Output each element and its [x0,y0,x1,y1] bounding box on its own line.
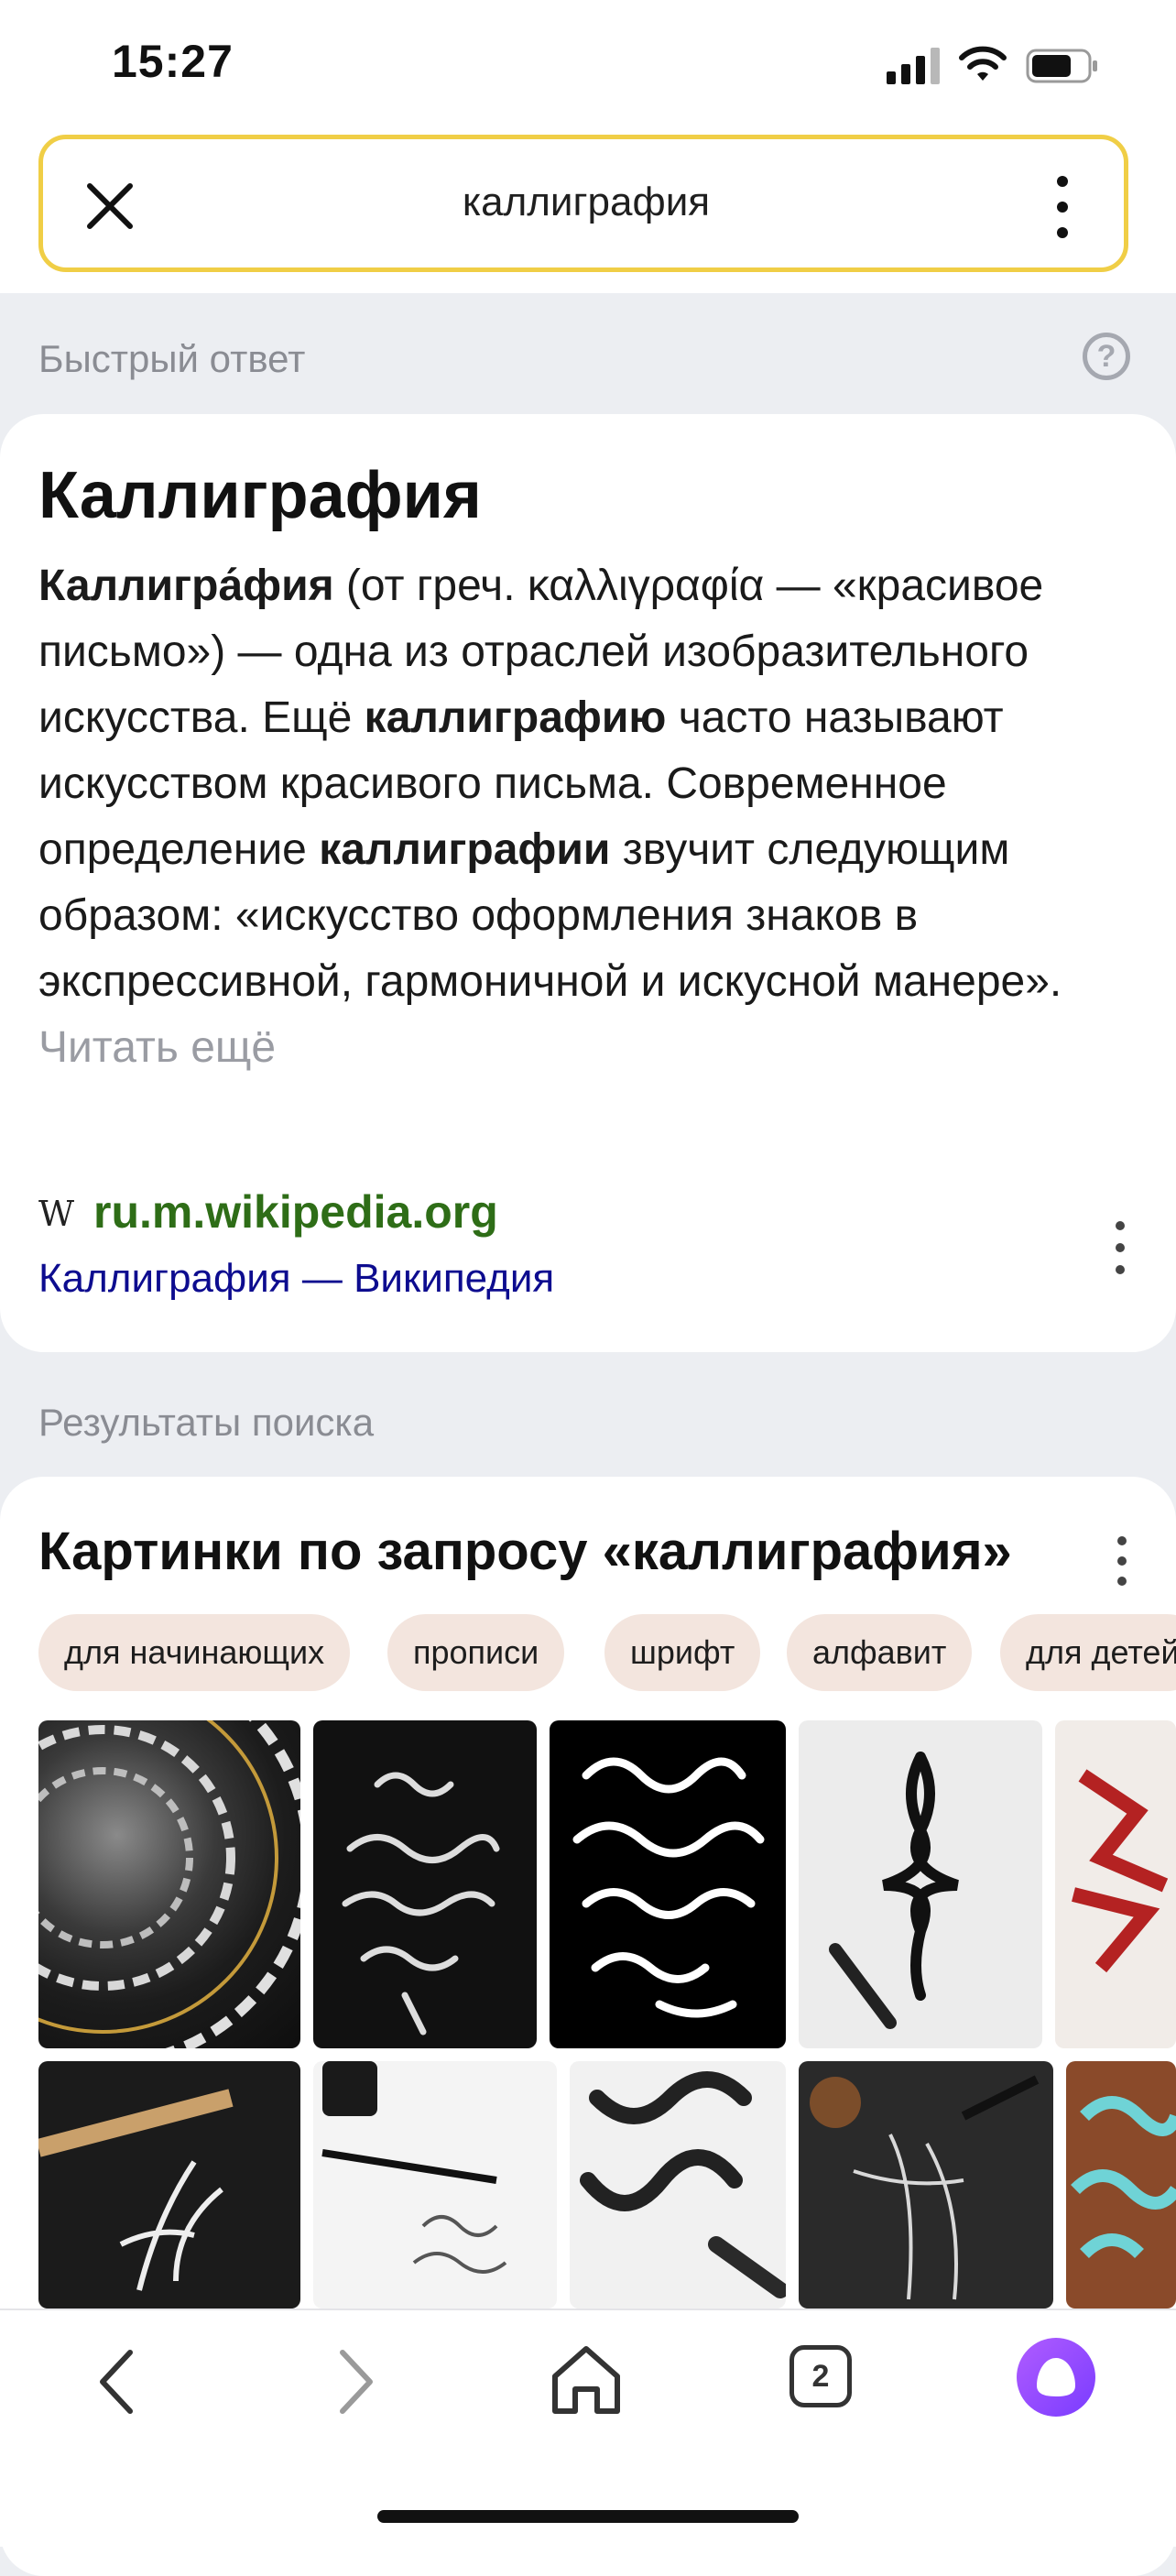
calligraphy-image[interactable] [313,2061,557,2309]
term-highlight: каллиграфии [319,825,611,874]
calligraphy-image[interactable] [570,2061,786,2309]
status-time: 15:27 [112,36,234,87]
tabs-counter-button[interactable]: 2 [789,2345,852,2407]
chip-font[interactable]: шрифт [604,1614,761,1691]
quick-answer-label: Быстрый ответ [38,337,306,380]
home-icon[interactable] [548,2340,625,2417]
wikipedia-icon: W [38,1194,75,1234]
image-decoration [1071,2096,1176,2259]
close-icon[interactable] [73,169,147,243]
forward-icon[interactable] [330,2345,381,2418]
image-decoration [1072,1769,1169,1973]
image-decoration [38,2089,234,2291]
more-vertical-icon[interactable] [1044,174,1081,240]
home-indicator [377,2510,799,2523]
more-vertical-icon[interactable] [1108,1220,1132,1275]
source-domain[interactable]: ru.m.wikipedia.org [93,1185,498,1239]
alice-icon [1037,2358,1075,2396]
calligraphy-image[interactable] [38,2061,300,2309]
chip-copybooks[interactable]: прописи [387,1614,565,1691]
image-decoration [829,1752,959,2029]
source-link[interactable]: Каллиграфия — Википедия [38,1256,554,1302]
chip-alphabet[interactable]: алфавит [787,1614,973,1691]
calligraphy-image[interactable] [550,1720,786,2048]
quick-answer-title: Каллиграфия [38,459,482,532]
chip-for-kids[interactable]: для детей [1000,1614,1176,1691]
search-results-label: Результаты поиска [38,1401,375,1444]
image-decoration [342,1772,500,2036]
cellular-signal-icon [887,48,940,84]
calligraphy-image[interactable] [1055,1720,1176,2048]
calligraphy-image[interactable] [799,1720,1042,2048]
term-highlight: Каллигра́фия [38,562,334,610]
image-decoration [810,2075,1040,2300]
more-vertical-icon[interactable] [1110,1535,1134,1587]
calligraphy-image[interactable] [313,1720,537,2048]
image-decoration [580,2071,786,2298]
back-icon[interactable] [92,2345,143,2418]
calligraphy-image[interactable] [38,1720,300,2048]
chip-for-beginners[interactable]: для начинающих [38,1614,351,1691]
image-decoration [38,1720,300,2048]
battery-icon [1026,49,1097,83]
search-query[interactable]: каллиграфия [311,180,861,225]
wifi-icon [959,46,1007,81]
quick-answer-text: Каллигра́фия (от греч. καλλιγραφία — «кр… [38,553,1138,1081]
alice-assistant-button[interactable] [1017,2338,1095,2417]
images-title[interactable]: Картинки по запросу «каллиграфия» [38,1521,1012,1582]
calligraphy-image[interactable] [799,2061,1053,2309]
calligraphy-image[interactable] [1066,2061,1176,2309]
help-icon[interactable]: ? [1083,333,1130,380]
term-highlight: каллиграфию [364,693,667,742]
image-decoration [572,1757,765,2018]
image-decoration [321,2061,507,2274]
read-more-link[interactable]: Читать ещё [38,1023,276,1072]
